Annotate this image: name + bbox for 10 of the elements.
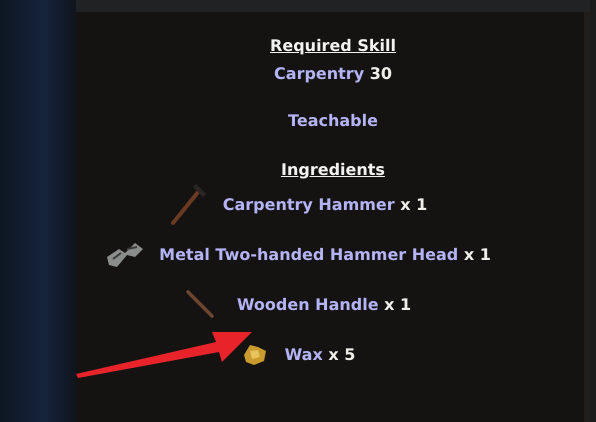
teachable-label: Teachable [288, 111, 378, 130]
hammer-icon [168, 183, 209, 225]
ingredient-label: Metal Two-handed Hammer Head x 1 [159, 244, 491, 264]
section-heading: Ingredients [281, 160, 385, 179]
wooden-handle-icon [184, 289, 215, 319]
ingredient-label: Wax x 5 [284, 344, 356, 364]
section-heading: Required Skill [270, 36, 396, 55]
skill-requirement: Carpentry 30 [274, 64, 392, 83]
ingredient-label: Carpentry Hammer x 1 [222, 194, 428, 214]
ingredient-label: Wooden Handle x 1 [236, 294, 412, 314]
